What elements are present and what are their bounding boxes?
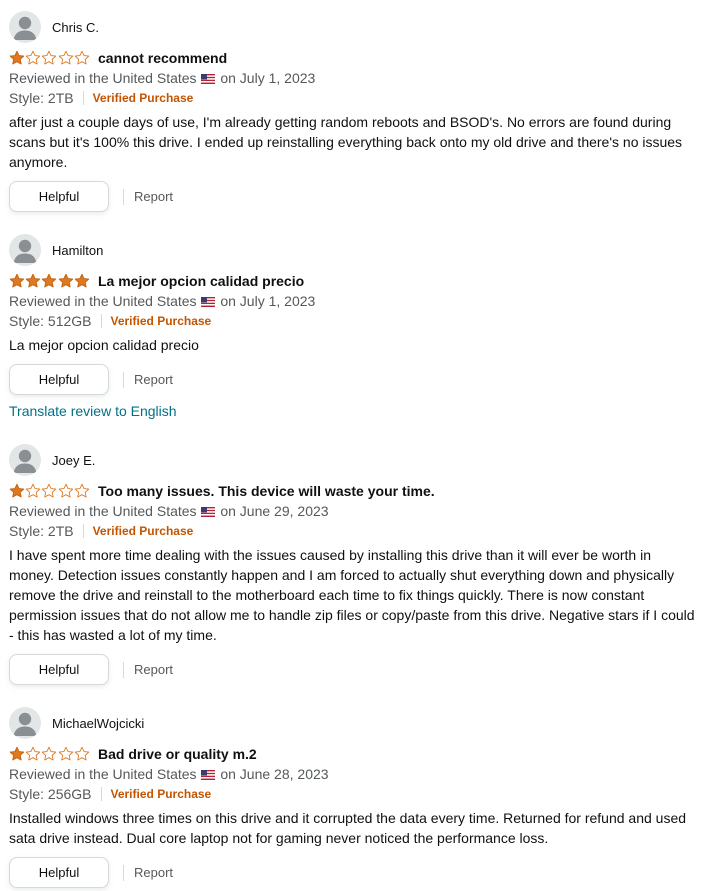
reviewer-profile[interactable]: Chris C. — [9, 11, 99, 43]
review-date: Reviewed in the United States on July 1,… — [9, 291, 315, 311]
verified-purchase-badge: Verified Purchase — [92, 524, 194, 538]
divider — [123, 864, 124, 881]
review-body: after just a couple days of use, I'm alr… — [9, 114, 683, 170]
divider — [100, 314, 102, 328]
star-filled-icon — [58, 273, 73, 288]
helpful-button[interactable]: Helpful — [9, 857, 109, 888]
us-flag-icon — [201, 765, 216, 780]
review-body: I have spent more time dealing with the … — [9, 547, 695, 643]
star-empty-icon — [42, 50, 57, 65]
star-rating[interactable] — [9, 746, 90, 762]
divider — [82, 91, 84, 105]
divider — [100, 787, 102, 801]
review-body: La mejor opcion calidad precio — [9, 337, 199, 353]
reviewer-profile[interactable]: MichaelWojcicki — [9, 707, 144, 739]
review-date: Reviewed in the United States on June 28… — [9, 764, 329, 784]
us-flag-icon — [201, 292, 216, 307]
review-style[interactable]: Style: 256GB — [9, 786, 92, 802]
star-empty-icon — [58, 746, 73, 761]
reviewer-profile[interactable]: Hamilton — [9, 234, 103, 266]
star-empty-icon — [74, 50, 89, 65]
verified-purchase-badge: Verified Purchase — [110, 787, 212, 801]
review-title[interactable]: cannot recommend — [98, 50, 227, 66]
us-flag-icon — [201, 502, 216, 517]
verified-purchase-badge: Verified Purchase — [110, 314, 212, 328]
review-date: Reviewed in the United States on June 29… — [9, 501, 329, 521]
helpful-button[interactable]: Helpful — [9, 364, 109, 395]
avatar-icon — [9, 234, 41, 266]
report-link[interactable]: Report — [134, 372, 173, 387]
star-empty-icon — [74, 746, 89, 761]
verified-purchase-badge: Verified Purchase — [92, 91, 194, 105]
review-country: Reviewed in the United States — [9, 70, 197, 86]
review-style[interactable]: Style: 2TB — [9, 90, 74, 106]
review-author: Chris C. — [52, 19, 99, 35]
review-style[interactable]: Style: 2TB — [9, 523, 74, 539]
star-rating[interactable] — [9, 273, 90, 289]
star-empty-icon — [25, 50, 41, 65]
avatar-icon — [9, 707, 41, 739]
report-link[interactable]: Report — [134, 189, 173, 204]
star-empty-icon — [42, 483, 57, 498]
star-empty-icon — [42, 746, 57, 761]
us-flag-icon — [201, 69, 216, 84]
review-country: Reviewed in the United States — [9, 766, 197, 782]
star-filled-icon — [25, 273, 41, 288]
review-title[interactable]: Too many issues. This device will waste … — [98, 483, 435, 499]
review-date-text: on June 29, 2023 — [220, 503, 329, 519]
star-rating[interactable] — [9, 50, 90, 66]
star-empty-icon — [58, 483, 73, 498]
review-country: Reviewed in the United States — [9, 503, 197, 519]
divider — [123, 371, 124, 388]
review-date-text: on June 28, 2023 — [220, 766, 329, 782]
star-filled-icon — [9, 746, 25, 761]
report-link[interactable]: Report — [134, 662, 173, 677]
divider — [123, 188, 124, 205]
star-filled-icon — [9, 50, 25, 65]
star-rating[interactable] — [9, 483, 90, 499]
review-title[interactable]: Bad drive or quality m.2 — [98, 746, 257, 762]
review-author: Joey E. — [52, 452, 96, 468]
helpful-button[interactable]: Helpful — [9, 654, 109, 685]
star-empty-icon — [58, 50, 73, 65]
review-country: Reviewed in the United States — [9, 293, 197, 309]
review-title[interactable]: La mejor opcion calidad precio — [98, 273, 304, 289]
star-filled-icon — [9, 483, 25, 498]
review-date-text: on July 1, 2023 — [220, 70, 316, 86]
review-author: Hamilton — [52, 242, 104, 258]
star-empty-icon — [25, 746, 41, 761]
star-filled-icon — [74, 273, 89, 288]
report-link[interactable]: Report — [134, 865, 173, 880]
star-filled-icon — [9, 273, 25, 288]
avatar-icon — [9, 11, 41, 43]
star-empty-icon — [25, 483, 41, 498]
translate-review-link[interactable]: Translate review to English — [9, 401, 177, 421]
star-empty-icon — [74, 483, 89, 498]
review-date-text: on July 1, 2023 — [220, 293, 316, 309]
avatar-icon — [9, 444, 41, 476]
review-body: Installed windows three times on this dr… — [9, 810, 687, 846]
review-style[interactable]: Style: 512GB — [9, 313, 92, 329]
reviewer-profile[interactable]: Joey E. — [9, 444, 95, 476]
review-author: MichaelWojcicki — [52, 715, 145, 731]
divider — [123, 661, 124, 678]
divider — [82, 524, 84, 538]
helpful-button[interactable]: Helpful — [9, 181, 109, 212]
review-date: Reviewed in the United States on July 1,… — [9, 68, 315, 88]
star-filled-icon — [42, 273, 57, 288]
